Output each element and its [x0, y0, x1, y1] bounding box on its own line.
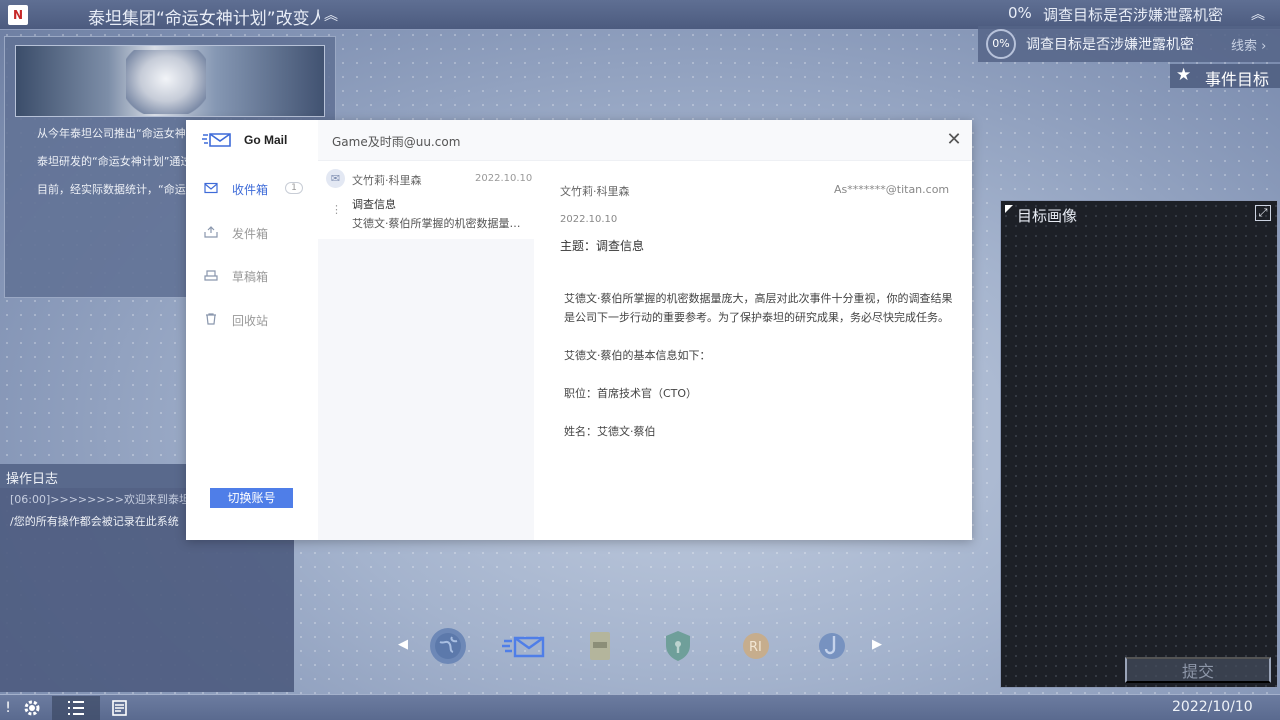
globe-icon[interactable]: [430, 628, 466, 664]
folder-inbox[interactable]: 收件箱 1: [204, 180, 314, 200]
notepad-icon[interactable]: [106, 696, 134, 720]
close-icon[interactable]: ✕: [944, 130, 964, 150]
mail-item-subject: 调查信息: [352, 198, 396, 211]
folder-label: 收件箱: [232, 183, 269, 197]
mail-body-paragraph: 艾德文·蔡伯所掌握的机密数据量庞大，高层对此次事件十分重视，你的调查结果是公司下…: [564, 292, 953, 324]
mail-content-subject: 主题：调查信息: [560, 239, 645, 253]
expand-icon[interactable]: ⤢: [1255, 205, 1271, 221]
news-app-logo[interactable]: N: [8, 5, 28, 25]
mail-item-sender: 文竹莉·科里森: [352, 174, 422, 187]
log-entry: /您的所有操作都会被记录在此系统: [10, 515, 179, 528]
mail-body-paragraph: 艾德文·蔡伯的基本信息如下：: [564, 349, 711, 362]
svg-text:RI: RI: [749, 640, 762, 655]
folder-label: 发件箱: [232, 227, 269, 241]
folder-trash[interactable]: 回收站: [204, 311, 314, 331]
mail-content-body: 艾德文·蔡伯所掌握的机密数据量庞大，高层对此次事件十分重视，你的调查结果是公司下…: [564, 289, 954, 460]
taskbar: ! 2022/10/10: [0, 694, 1280, 720]
folder-label: 回收站: [232, 314, 269, 328]
mail-body-paragraph: 职位：首席技术官（CTO）: [564, 387, 698, 400]
clue-link[interactable]: 线索 ›: [1231, 35, 1266, 54]
alert-icon[interactable]: !: [4, 696, 12, 720]
mail-content: 文竹莉·科里森 As*******@titan.com 2022.10.10 主…: [534, 161, 972, 540]
mail-list: ✉ 文竹莉·科里森 2022.10.10 ⋮ 调查信息 艾德文·蔡伯所掌握的机密…: [318, 161, 534, 540]
mail-icon[interactable]: [502, 628, 545, 664]
collapse-up-icon[interactable]: ︽: [324, 5, 338, 25]
more-vertical-icon[interactable]: ⋮: [331, 203, 342, 216]
mail-content-sender: 文竹莉·科里森: [560, 185, 630, 198]
mail-item-preview: 艾德文·蔡伯所掌握的机密数据量庞大: [352, 217, 524, 230]
mail-account-address: Game及时雨@uu.com: [332, 135, 461, 149]
submit-button[interactable]: 提交: [1125, 657, 1271, 683]
log-entry: [06:00]>>>>>>>>欢迎来到泰坦系统: [10, 493, 190, 506]
gomail-logo-icon: [202, 133, 231, 147]
dock-prev-icon[interactable]: ◀: [398, 637, 408, 652]
mail-app-name: Go Mail: [244, 133, 288, 147]
portrait-title: 目标画像: [1017, 207, 1078, 225]
mail-content-date: 2022.10.10: [560, 214, 618, 225]
event-goal-button[interactable]: ★ 事件目标: [1170, 64, 1280, 89]
send-tray-icon: [204, 226, 218, 238]
taskbar-date: 2022/10/10: [1172, 699, 1253, 715]
gear-icon[interactable]: [18, 696, 46, 720]
shield-icon[interactable]: [660, 628, 696, 664]
article-image: [15, 45, 325, 117]
mail-content-sender-email: As*******@titan.com: [834, 183, 950, 196]
hook-icon[interactable]: [814, 628, 850, 664]
dock-next-icon[interactable]: ▶: [872, 637, 882, 652]
mail-body-paragraph: 姓名：艾德文·蔡伯: [564, 425, 656, 438]
task-list-icon[interactable]: [52, 696, 100, 720]
event-goal-label: 事件目标: [1205, 70, 1270, 89]
top-objective-text: 调查目标是否涉嫌泄露机密: [1043, 6, 1224, 24]
progress-percent: 0%: [1008, 4, 1032, 22]
document-icon[interactable]: [582, 628, 618, 664]
envelope-icon: [204, 182, 218, 194]
folder-label: 草稿箱: [232, 270, 269, 284]
ai-icon[interactable]: RI: [738, 628, 774, 664]
draft-tray-icon: [204, 270, 218, 281]
mail-window: Go Mail 收件箱 1 发件箱 草稿箱 回收站 切换账号 Game及时雨@u…: [186, 120, 972, 540]
folder-sent[interactable]: 发件箱: [204, 224, 314, 244]
mail-item-date: 2022.10.10: [475, 173, 533, 184]
robot-head-illustration: [126, 50, 206, 114]
list-item[interactable]: ✉ 文竹莉·科里森 2022.10.10 ⋮ 调查信息 艾德文·蔡伯所掌握的机密…: [318, 161, 534, 239]
mail-header: Game及时雨@uu.com ✕: [318, 120, 972, 161]
star-icon: ★: [1176, 65, 1192, 85]
mail-sidebar: Go Mail 收件箱 1 发件箱 草稿箱 回收站 切换账号: [186, 120, 318, 540]
objective-progress-badge: 0%: [986, 29, 1016, 59]
mail-open-icon: ✉: [326, 169, 345, 188]
article-title: 泰坦集团“命运女神计划”改变人生: [88, 9, 320, 29]
folder-drafts[interactable]: 草稿箱: [204, 267, 314, 287]
trash-icon: [206, 313, 216, 325]
objective-text: 调查目标是否涉嫌泄露机密: [1026, 37, 1194, 53]
collapse-up-icon[interactable]: ︽: [1251, 4, 1265, 24]
switch-account-button[interactable]: 切换账号: [210, 488, 293, 508]
objective-card[interactable]: 0% 调查目标是否涉嫌泄露机密 线索 ›: [978, 26, 1280, 62]
unread-count-badge: 1: [285, 182, 303, 194]
corner-marker-icon: [1005, 205, 1013, 213]
target-portrait-panel: 目标画像 ⤢ 提交: [1000, 200, 1278, 688]
